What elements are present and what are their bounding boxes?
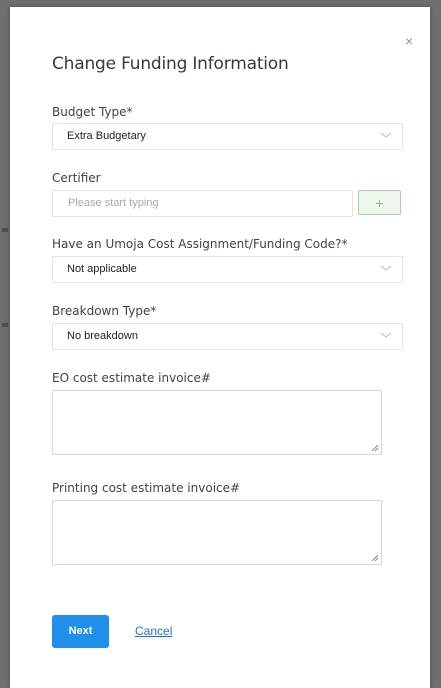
umoja-value: Not applicable bbox=[67, 263, 137, 275]
chevron-down-icon bbox=[380, 132, 392, 138]
breakdown-type-label: Breakdown Type* bbox=[52, 304, 157, 318]
next-button[interactable]: Next bbox=[52, 615, 109, 648]
umoja-select[interactable]: Not applicable bbox=[52, 256, 403, 283]
printing-invoice-textarea[interactable] bbox=[52, 500, 382, 565]
add-certifier-button[interactable]: + bbox=[358, 190, 401, 215]
printing-invoice-label: Printing cost estimate invoice# bbox=[52, 481, 241, 495]
certifier-placeholder: Please start typing bbox=[68, 197, 159, 209]
budget-type-value: Extra Budgetary bbox=[67, 130, 146, 142]
cancel-link[interactable]: Cancel bbox=[135, 624, 172, 638]
breakdown-type-select[interactable]: No breakdown bbox=[52, 323, 403, 350]
resize-grip-icon[interactable] bbox=[371, 554, 379, 562]
breakdown-type-value: No breakdown bbox=[67, 330, 138, 342]
certifier-label: Certifier bbox=[52, 171, 101, 185]
certifier-input[interactable]: Please start typing bbox=[52, 190, 353, 217]
plus-icon: + bbox=[375, 195, 384, 211]
budget-type-label: Budget Type* bbox=[52, 105, 133, 119]
chevron-down-icon bbox=[380, 332, 392, 338]
umoja-label: Have an Umoja Cost Assignment/Funding Co… bbox=[52, 237, 348, 251]
backdrop-fragment bbox=[2, 323, 8, 327]
close-icon[interactable]: × bbox=[405, 34, 413, 48]
chevron-down-icon bbox=[380, 265, 392, 271]
eo-invoice-label: EO cost estimate invoice# bbox=[52, 371, 211, 385]
eo-invoice-textarea[interactable] bbox=[52, 390, 382, 455]
resize-grip-icon[interactable] bbox=[371, 444, 379, 452]
budget-type-select[interactable]: Extra Budgetary bbox=[52, 123, 403, 150]
dialog-title: Change Funding Information bbox=[52, 54, 289, 74]
change-funding-dialog: × Change Funding Information Budget Type… bbox=[10, 7, 430, 688]
backdrop-fragment bbox=[2, 228, 8, 232]
